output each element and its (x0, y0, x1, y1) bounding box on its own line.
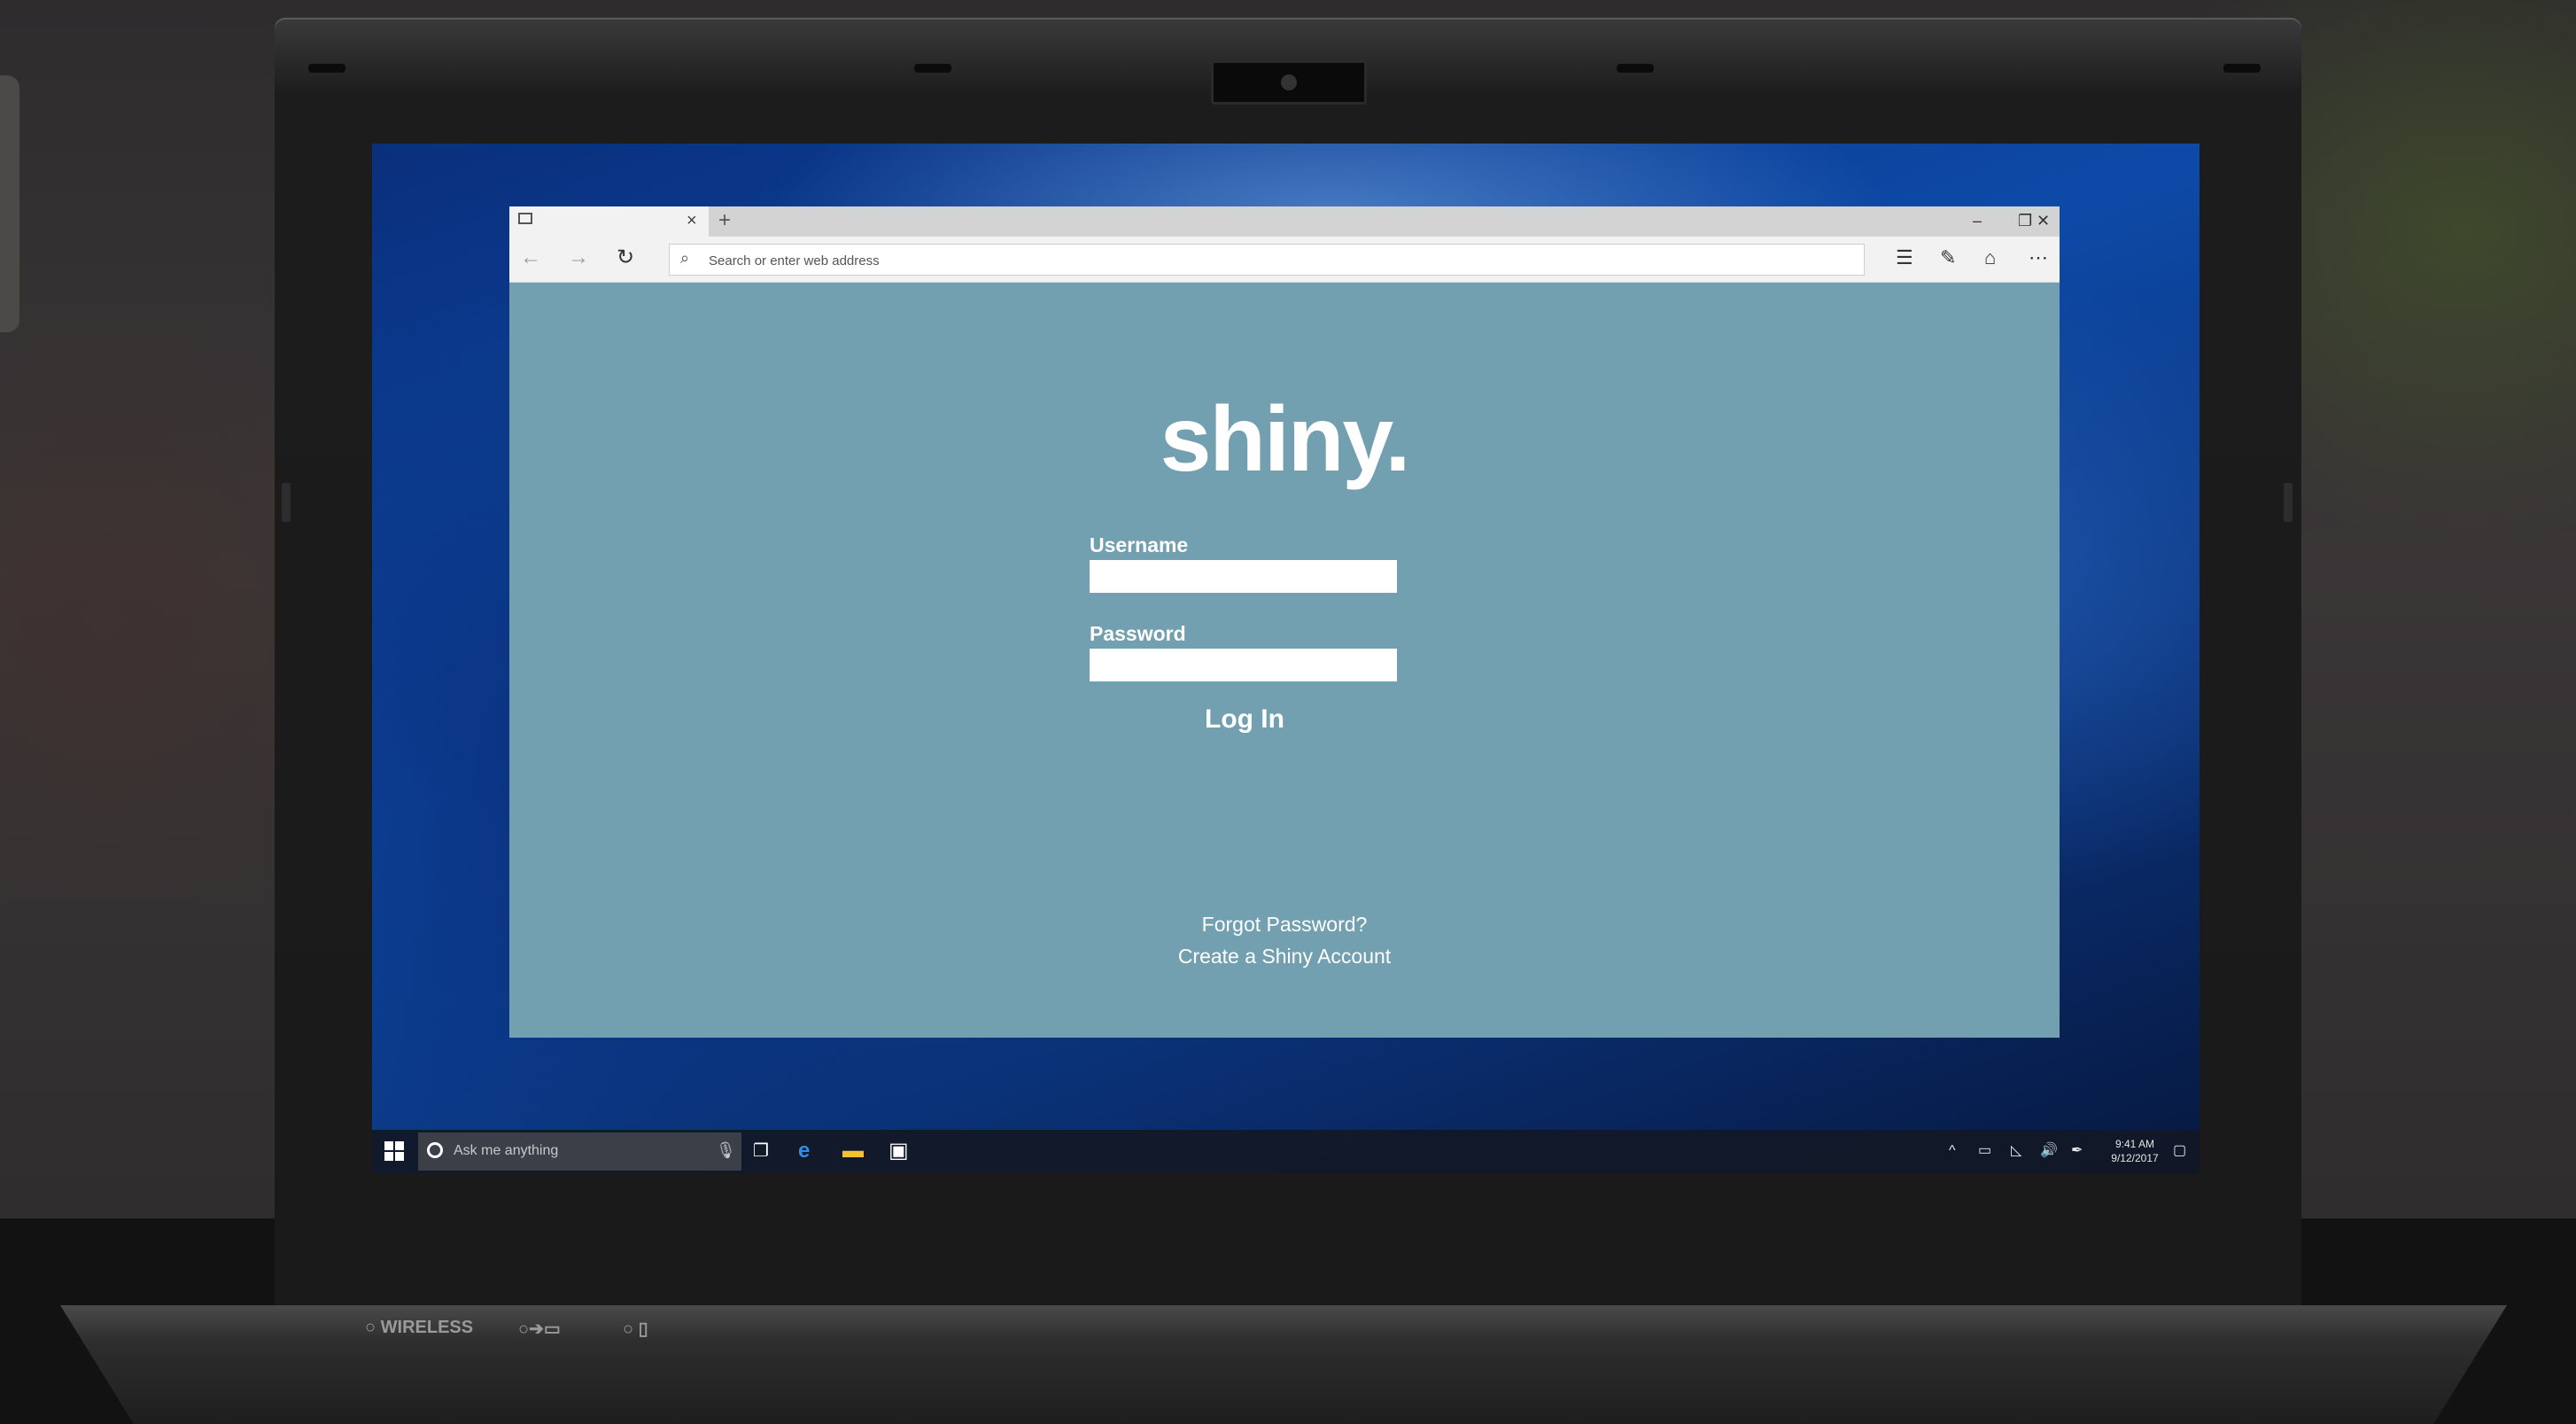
network-icon[interactable]: ◺ (2011, 1140, 2021, 1163)
restore-button[interactable]: ❐ (2018, 209, 2032, 232)
notifications-icon[interactable]: ▢ (2173, 1140, 2186, 1163)
username-label: Username (1090, 533, 1189, 556)
web-note-icon[interactable]: ✎ (1940, 245, 1956, 270)
clock[interactable]: 9:41 AM 9/12/2017 (2104, 1137, 2166, 1165)
disk-indicator-icon: ○ ▯ (623, 1319, 648, 1339)
username-input[interactable] (1090, 560, 1397, 593)
webcam (1211, 60, 1367, 105)
password-label: Password (1090, 622, 1186, 645)
battery-icon[interactable]: ▭ (1978, 1140, 1991, 1163)
browser-toolbar: ← → ↻ ⌕ ☰ ✎ ⌂ ⋯ (509, 237, 2060, 283)
wireless-indicator-label: ○ WIRELESS (365, 1318, 474, 1337)
more-icon[interactable]: ⋯ (2029, 245, 2048, 270)
password-input[interactable] (1090, 649, 1397, 681)
browser-tab[interactable]: × (509, 206, 709, 237)
show-hidden-icons-icon[interactable]: ^ (1949, 1140, 1956, 1163)
forward-button[interactable]: → (568, 245, 589, 270)
tab-strip: × + – ❐ ✕ (509, 206, 2060, 237)
task-view-icon[interactable]: ❐ (753, 1138, 769, 1164)
login-page: shiny. Username Password Log In Forgot P… (509, 283, 2060, 1038)
cortana-placeholder: Ask me anything (454, 1143, 559, 1158)
share-icon[interactable]: ⌂ (1984, 245, 1996, 270)
back-button[interactable]: ← (520, 245, 541, 270)
close-window-button[interactable]: ✕ (2037, 209, 2050, 232)
bezel-slot (1617, 64, 1654, 73)
bezel-slot (308, 64, 345, 73)
bezel-slot (2223, 64, 2261, 73)
bezel-slot (914, 64, 951, 73)
pen-icon[interactable]: ✒ (2071, 1140, 2083, 1163)
address-input[interactable] (707, 248, 1853, 273)
file-explorer-icon[interactable]: ▬ (842, 1138, 864, 1164)
minimize-button[interactable]: – (1973, 209, 1982, 232)
windows-logo-icon (384, 1141, 393, 1150)
webcam-lens (1281, 74, 1297, 90)
clock-date: 9/12/2017 (2111, 1152, 2159, 1164)
edge-icon[interactable]: e (798, 1138, 810, 1164)
browser-window: × + – ❐ ✕ ← → ↻ ⌕ ☰ ✎ ⌂ ⋯ shiny. Usernam… (509, 206, 2060, 1038)
search-icon: ⌕ (680, 249, 690, 267)
taskbar: Ask me anything 🎙 ❐ e ▬ ▣ ^ ▭ ◺ 🔊 ✒ 9:41… (372, 1130, 2200, 1173)
forgot-password-link[interactable]: Forgot Password? (509, 913, 2060, 937)
lid-nub (282, 483, 291, 522)
desktop-screen: × + – ❐ ✕ ← → ↻ ⌕ ☰ ✎ ⌂ ⋯ shiny. Usernam… (372, 144, 2200, 1173)
hub-icon[interactable]: ☰ (1896, 245, 1913, 270)
start-button[interactable] (384, 1141, 404, 1161)
wireless-label: WIRELESS (380, 1318, 474, 1337)
tab-favicon-icon (518, 213, 532, 224)
lid-nub (2284, 483, 2293, 522)
shiny-logo: shiny. (1160, 388, 1411, 491)
background-object (0, 75, 19, 332)
clock-time: 9:41 AM (2114, 1138, 2155, 1150)
new-tab-button[interactable]: + (718, 208, 731, 233)
volume-icon[interactable]: 🔊 (2040, 1140, 2058, 1163)
tab-close-icon[interactable]: × (687, 210, 697, 231)
cortana-search-box[interactable]: Ask me anything 🎙 (418, 1132, 741, 1171)
address-bar[interactable]: ⌕ (669, 244, 1865, 276)
cortana-icon (427, 1142, 443, 1158)
microphone-icon[interactable]: 🎙 (716, 1141, 736, 1160)
login-button[interactable]: Log In (1178, 704, 1311, 735)
battery-indicator-icon: ○➔▭ (518, 1319, 561, 1339)
store-icon[interactable]: ▣ (888, 1138, 909, 1164)
refresh-button[interactable]: ↻ (617, 245, 634, 270)
create-account-link[interactable]: Create a Shiny Account (509, 945, 2060, 969)
